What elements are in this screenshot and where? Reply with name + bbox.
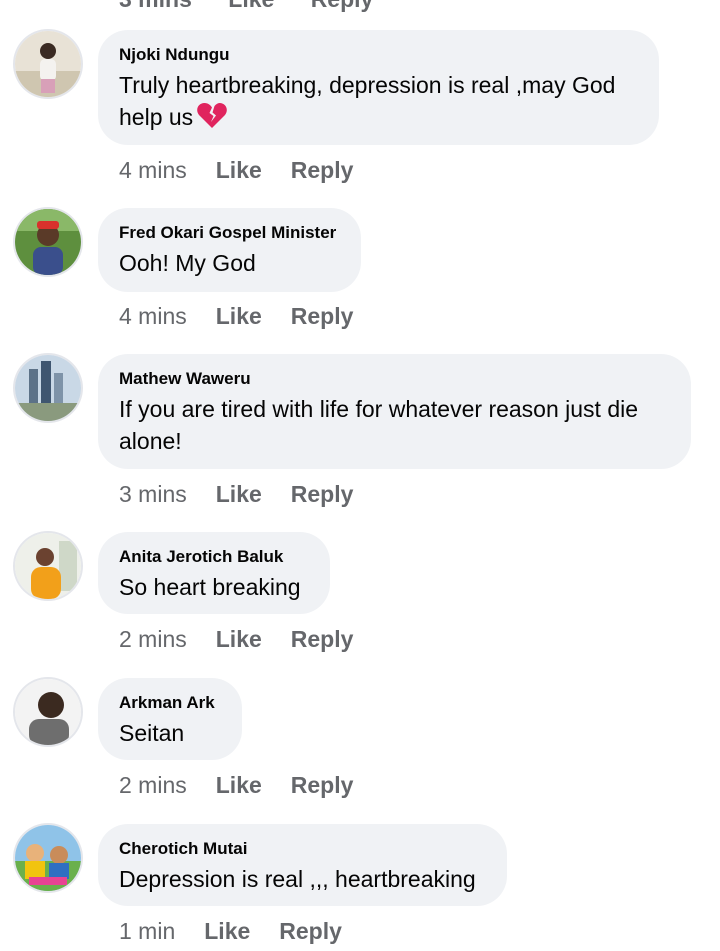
like-button[interactable]: Like — [216, 772, 262, 799]
comment-actions: 4 mins Like Reply — [119, 157, 353, 184]
avatar-image — [15, 533, 81, 599]
commenter-name[interactable]: Cherotich Mutai — [119, 838, 483, 860]
previous-comment-actions: 3 mins Like Reply — [119, 0, 403, 12]
avatar[interactable] — [15, 825, 81, 891]
comment-time: 3 mins — [119, 0, 192, 12]
avatar-image — [15, 825, 81, 891]
comment-time: 3 mins — [119, 481, 187, 507]
like-button[interactable]: Like — [216, 626, 262, 653]
avatar[interactable] — [15, 679, 81, 745]
comment-bubble[interactable]: Fred Okari Gospel Minister Ooh! My God — [98, 208, 361, 292]
avatar[interactable] — [15, 355, 81, 421]
comment-text: Truly heartbreaking, depression is real … — [119, 69, 635, 137]
like-button[interactable]: Like — [216, 157, 262, 184]
comment-bubble[interactable]: Mathew Waweru If you are tired with life… — [98, 354, 691, 469]
like-button[interactable]: Like — [228, 0, 274, 12]
reply-button[interactable]: Reply — [291, 481, 354, 508]
reply-button[interactable]: Reply — [311, 0, 374, 12]
reply-button[interactable]: Reply — [291, 303, 354, 330]
comment-time: 1 min — [119, 918, 176, 944]
comment-actions: 2 mins Like Reply — [119, 626, 353, 653]
avatar[interactable] — [15, 533, 81, 599]
reply-button[interactable]: Reply — [291, 157, 354, 184]
like-button[interactable]: Like — [216, 481, 262, 508]
avatar-image — [15, 209, 81, 275]
avatar-image — [15, 679, 81, 745]
like-button[interactable]: Like — [204, 918, 250, 945]
avatar[interactable] — [15, 209, 81, 275]
comment-actions: 3 mins Like Reply — [119, 481, 353, 508]
comment-actions: 2 mins Like Reply — [119, 772, 353, 799]
comment-bubble[interactable]: Arkman Ark Seitan — [98, 678, 242, 760]
avatar-image — [15, 355, 81, 421]
comment-bubble[interactable]: Cherotich Mutai Depression is real ,,, h… — [98, 824, 507, 906]
comment-time: 4 mins — [119, 157, 187, 183]
comment-time: 2 mins — [119, 626, 187, 652]
comment-bubble[interactable]: Anita Jerotich Baluk So heart breaking — [98, 532, 330, 614]
comment-bubble[interactable]: Njoki Ndungu Truly heartbreaking, depres… — [98, 30, 659, 145]
like-button[interactable]: Like — [216, 303, 262, 330]
comment-text: Ooh! My God — [119, 250, 256, 276]
commenter-name[interactable]: Arkman Ark — [119, 692, 218, 714]
avatar-image — [15, 31, 81, 97]
reply-button[interactable]: Reply — [279, 918, 342, 945]
comment-text: If you are tired with life for whatever … — [119, 396, 639, 454]
reply-button[interactable]: Reply — [291, 772, 354, 799]
comment-text: Depression is real ,,, heartbreaking — [119, 866, 476, 892]
comment-text: So heart breaking — [119, 574, 301, 600]
avatar[interactable] — [15, 31, 81, 97]
commenter-name[interactable]: Fred Okari Gospel Minister — [119, 222, 337, 244]
broken-heart-icon — [197, 102, 227, 137]
comment-actions: 4 mins Like Reply — [119, 303, 353, 330]
reply-button[interactable]: Reply — [291, 626, 354, 653]
comment-text-body: Truly heartbreaking, depression is real … — [119, 72, 616, 130]
comment-actions: 1 min Like Reply — [119, 918, 342, 945]
commenter-name[interactable]: Njoki Ndungu — [119, 44, 635, 66]
comment-time: 2 mins — [119, 772, 187, 798]
comment-text: Seitan — [119, 720, 185, 746]
comment-time: 4 mins — [119, 303, 187, 329]
commenter-name[interactable]: Mathew Waweru — [119, 368, 667, 390]
commenter-name[interactable]: Anita Jerotich Baluk — [119, 546, 306, 568]
